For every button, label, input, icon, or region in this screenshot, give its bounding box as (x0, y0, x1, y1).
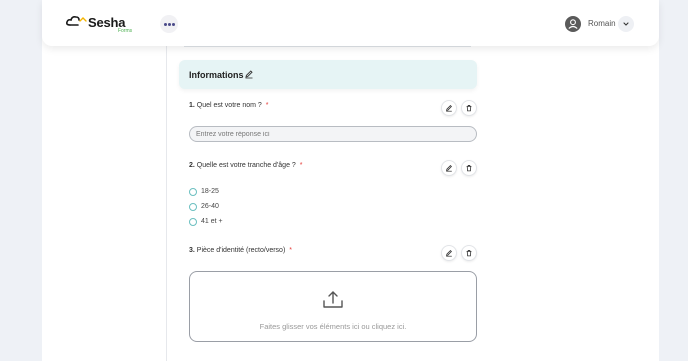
edit-question-2-button[interactable] (441, 160, 457, 176)
question-number: 2. (189, 162, 195, 169)
dropzone-text: Faites glisser vos éléments ici ou cliqu… (259, 322, 407, 331)
logo[interactable]: Sesha Forms (66, 12, 146, 34)
question-text: Pièce d'identité (recto/verso) (196, 247, 286, 254)
delete-question-3-button[interactable] (461, 245, 477, 261)
logo-subtext: Forms (118, 28, 133, 34)
question-text: Quelle est votre tranche d'âge ? (196, 162, 296, 169)
left-divider (166, 46, 167, 361)
user-avatar[interactable] (565, 16, 581, 32)
user-icon (568, 19, 578, 29)
trash-icon (466, 250, 472, 257)
edit-question-3-button[interactable] (441, 245, 457, 261)
age-option-label[interactable]: 18-25 (201, 188, 219, 195)
upload-icon (323, 291, 343, 308)
edit-question-1-button[interactable] (441, 100, 457, 116)
file-dropzone[interactable]: Faites glisser vos éléments ici ou cliqu… (189, 271, 477, 342)
age-radio-41-plus[interactable] (189, 218, 197, 226)
delete-question-2-button[interactable] (461, 160, 477, 176)
age-option-label[interactable]: 41 et + (201, 218, 223, 225)
question-text: Quel est votre nom ? (196, 102, 262, 109)
section-title: Informations (189, 70, 244, 80)
more-dots-button[interactable] (160, 15, 178, 33)
question-number: 3. (189, 247, 195, 254)
required-marker: * (289, 247, 292, 254)
age-radio-18-25[interactable] (189, 188, 197, 196)
trash-icon (466, 105, 472, 112)
top-bar: Sesha Forms Romain (42, 0, 659, 46)
question-1-label: 1. Quel est votre nom ? * (189, 102, 268, 109)
trash-icon (466, 165, 472, 172)
user-name[interactable]: Romain (588, 19, 616, 28)
age-option-label[interactable]: 26-40 (201, 203, 219, 210)
age-radio-26-40[interactable] (189, 203, 197, 211)
required-marker: * (265, 102, 269, 109)
delete-question-1-button[interactable] (461, 100, 477, 116)
chevron-down-icon (623, 22, 629, 26)
user-menu-button[interactable] (618, 16, 634, 32)
section-header: Informations (179, 60, 477, 89)
name-input[interactable] (189, 126, 477, 142)
previous-section-edge (184, 46, 471, 47)
question-2-label: 2. Quelle est votre tranche d'âge ? * (189, 162, 303, 169)
more-dots-icon (163, 22, 167, 26)
pencil-icon[interactable] (244, 69, 254, 79)
pencil-icon (446, 105, 452, 112)
required-marker: * (299, 162, 303, 169)
question-number: 1. (189, 102, 195, 109)
pencil-icon (446, 165, 452, 172)
pencil-icon (446, 250, 452, 257)
question-3-label: 3. Pièce d'identité (recto/verso) * (189, 247, 292, 254)
cloud-logo-icon (66, 16, 87, 26)
